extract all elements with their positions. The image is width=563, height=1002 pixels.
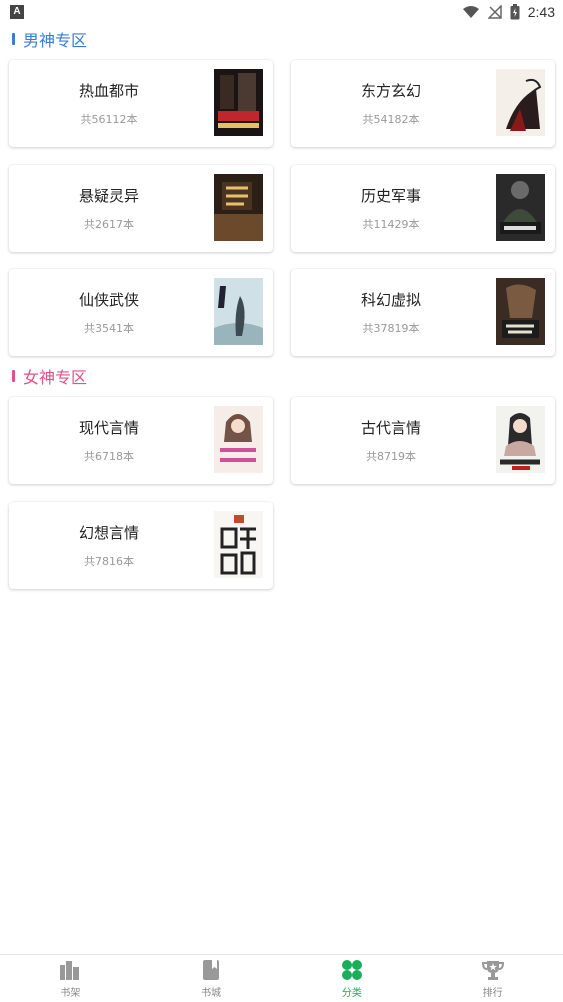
bookshelf-icon	[60, 961, 80, 980]
section-header-male: 男神专区	[12, 27, 87, 51]
category-card[interactable]: 东方玄幻 共54182本	[291, 60, 555, 147]
category-count: 共54182本	[362, 113, 420, 126]
category-count: 共56112本	[80, 113, 138, 126]
category-name: 历史军事	[360, 187, 421, 205]
section-title: 女神专区	[23, 368, 88, 387]
category-name: 东方玄幻	[360, 82, 421, 100]
battery-icon	[510, 4, 520, 20]
no-signal-icon	[487, 5, 502, 19]
category-count: 共7816本	[84, 555, 134, 568]
category-name: 仙侠武侠	[78, 291, 139, 309]
category-count: 共6718本	[84, 450, 134, 463]
tab-label: 排行	[482, 988, 503, 999]
section-title: 男神专区	[23, 31, 88, 50]
book-cover-image	[214, 174, 263, 241]
book-cover-image	[214, 406, 263, 473]
category-count: 共11429本	[362, 218, 420, 231]
book-cover-image	[496, 406, 545, 473]
clock: 2:43	[527, 4, 555, 20]
book-cover-image	[496, 278, 545, 345]
category-name: 悬疑灵异	[78, 187, 139, 205]
category-card[interactable]: 古代言情 共8719本	[291, 397, 555, 484]
section-header-female: 女神专区	[12, 364, 87, 388]
category-card[interactable]: 现代言情 共6718本	[9, 397, 273, 484]
category-name: 现代言情	[78, 419, 139, 437]
bottom-tab-bar: 书架 书城 分类 排行	[0, 954, 563, 1002]
category-card[interactable]: 历史军事 共11429本	[291, 165, 555, 252]
section-accent-bar	[12, 370, 15, 382]
category-count: 共37819本	[362, 322, 420, 335]
book-cover-image	[214, 278, 263, 345]
clover-icon	[341, 960, 362, 980]
category-card[interactable]: 幻想言情 共7816本	[9, 502, 273, 589]
book-cover-image	[214, 511, 263, 578]
tab-bookshelf[interactable]: 书架	[0, 955, 141, 1002]
category-name: 幻想言情	[78, 524, 139, 542]
tab-bookstore[interactable]: 书城	[141, 955, 282, 1002]
book-cover-image	[496, 69, 545, 136]
tab-category[interactable]: 分类	[282, 955, 423, 1002]
category-card[interactable]: 热血都市 共56112本	[9, 60, 273, 147]
book-cover-image	[214, 69, 263, 136]
category-name: 科幻虚拟	[360, 291, 421, 309]
category-name: 古代言情	[360, 419, 421, 437]
category-count: 共2617本	[84, 218, 134, 231]
category-name: 热血都市	[78, 82, 139, 100]
section-accent-bar	[12, 33, 15, 45]
category-count: 共3541本	[84, 322, 134, 335]
tab-ranking[interactable]: 排行	[422, 955, 563, 1002]
category-count: 共8719本	[366, 450, 416, 463]
notification-icon: A	[10, 5, 24, 19]
category-card[interactable]: 仙侠武侠 共3541本	[9, 269, 273, 356]
tab-label: 书架	[60, 988, 81, 999]
book-cover-image	[496, 174, 545, 241]
category-card[interactable]: 悬疑灵异 共2617本	[9, 165, 273, 252]
trophy-icon	[481, 961, 504, 980]
status-bar: A 2:43	[0, 0, 563, 24]
book-icon	[203, 960, 220, 980]
tab-label: 书城	[201, 988, 222, 999]
category-card[interactable]: 科幻虚拟 共37819本	[291, 269, 555, 356]
tab-label: 分类	[341, 988, 362, 999]
wifi-icon	[462, 6, 479, 18]
